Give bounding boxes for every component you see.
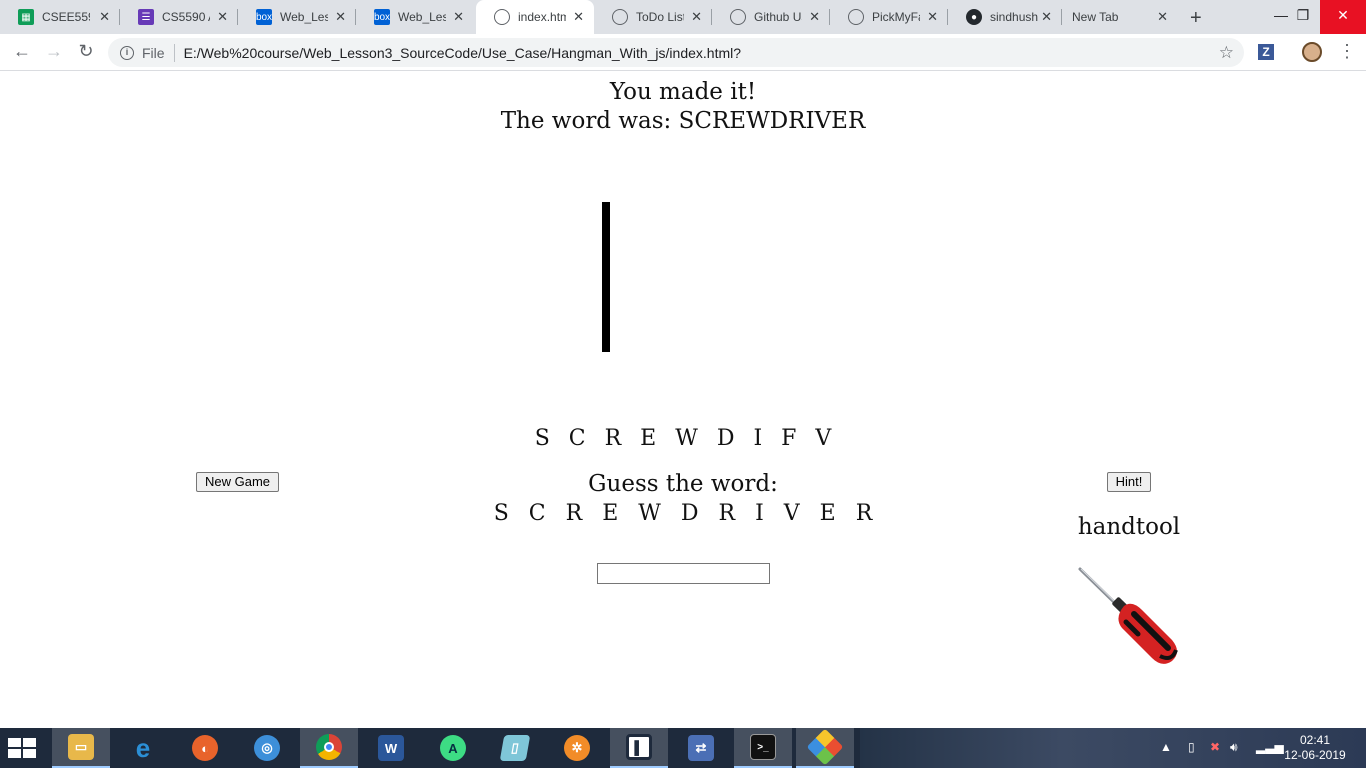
profile-avatar[interactable] xyxy=(1302,42,1322,62)
network-app-icon[interactable]: ⇄ xyxy=(672,728,730,768)
tab-close-icon[interactable]: ✕ xyxy=(217,10,228,23)
git-gui-icon[interactable] xyxy=(796,728,854,768)
intellij-icon[interactable]: ▌ xyxy=(610,728,668,768)
url-text[interactable]: E:/Web%20course/Web_Lesson3_SourceCode/U… xyxy=(184,45,741,61)
guess-prompt: Guess the word: xyxy=(588,471,778,497)
globe-icon xyxy=(730,9,746,25)
sheets-icon: ▦ xyxy=(18,9,34,25)
tab-close-icon[interactable]: ✕ xyxy=(927,10,938,23)
browser-tab[interactable]: ToDo List ✕ xyxy=(594,0,712,34)
guessed-letters: SCREWDIFV xyxy=(534,426,851,451)
screwdriver-image xyxy=(1078,567,1178,664)
box-icon: box xyxy=(256,9,272,25)
wifi-signal-icon[interactable]: ▂▃▅ xyxy=(1256,740,1284,754)
github-icon: ● xyxy=(966,9,982,25)
browser-tab[interactable]: box Web_Less ✕ xyxy=(356,0,474,34)
hangman-gallows-pole xyxy=(602,202,610,352)
browser-tab[interactable]: box Web_Less ✕ xyxy=(238,0,356,34)
globe-icon xyxy=(848,9,864,25)
windows-start-icon[interactable] xyxy=(8,738,38,758)
globe-icon xyxy=(494,9,510,25)
internet-explorer-icon[interactable]: e xyxy=(114,728,172,768)
windows-taskbar: ▭ e ◐ ◎ W A ▯ ✲ ▌ ⇄ >_ ▲ ▯ ✖ 🔊︎ ▂▃▅ 02:4… xyxy=(0,728,1366,768)
app-circle-icon[interactable]: ◎ xyxy=(238,728,296,768)
tab-close-icon[interactable]: ✕ xyxy=(453,10,464,23)
bookmark-star-icon[interactable]: ☆ xyxy=(1219,43,1234,63)
revealed-word-message: The word was: SCREWDRIVER xyxy=(500,108,866,134)
browser-tab[interactable]: Github Us ✕ xyxy=(712,0,830,34)
volume-icon[interactable]: 🔊︎ xyxy=(1230,740,1238,755)
show-hidden-icons[interactable]: ▲ xyxy=(1160,740,1172,754)
globe-icon xyxy=(612,9,628,25)
reload-icon[interactable]: ↻ xyxy=(74,41,98,62)
zotero-extension-icon[interactable]: Z xyxy=(1258,44,1274,60)
word-icon[interactable]: W xyxy=(362,728,420,768)
android-studio-icon[interactable]: A xyxy=(424,728,482,768)
browser-tab[interactable]: ▦ CSEE5590 ✕ xyxy=(0,0,120,34)
forward-arrow-icon[interactable]: → xyxy=(42,41,66,62)
tab-close-icon[interactable]: ✕ xyxy=(1041,10,1052,23)
file-explorer-icon[interactable]: ▭ xyxy=(52,728,110,768)
info-icon[interactable]: i xyxy=(120,45,134,60)
tab-close-icon[interactable]: ✕ xyxy=(691,10,702,23)
tab-close-icon[interactable]: ✕ xyxy=(335,10,346,23)
url-scheme-label: File xyxy=(142,44,165,61)
close-window-icon[interactable]: ✕ xyxy=(1320,0,1366,34)
hint-text: handtool xyxy=(1077,514,1181,540)
kebab-menu-icon[interactable]: ⋮ xyxy=(1338,42,1356,60)
tab-close-icon[interactable]: ✕ xyxy=(573,10,584,23)
address-bar[interactable]: i File E:/Web%20course/Web_Lesson3_Sourc… xyxy=(108,38,1244,67)
network-warning-icon[interactable]: ✖ xyxy=(1210,740,1220,754)
hangman-page: You made it! The word was: SCREWDRIVER S… xyxy=(0,71,1366,728)
browser-tab[interactable]: ● sindhusha ✕ xyxy=(948,0,1062,34)
tab-close-icon[interactable]: ✕ xyxy=(99,10,110,23)
back-arrow-icon[interactable]: ← xyxy=(10,41,34,62)
browser-tab-strip: ▦ CSEE5590 ✕ ☰ CS5590 A ✕ box Web_Less ✕… xyxy=(0,0,1366,34)
terminal-icon[interactable]: >_ xyxy=(734,728,792,768)
system-clock[interactable]: 02:41 12-06-2019 xyxy=(1282,733,1348,763)
firefox-icon[interactable]: ◐ xyxy=(176,728,234,768)
browser-toolbar: ← → ↻ i File E:/Web%20course/Web_Lesson3… xyxy=(0,34,1366,71)
browser-tab-active[interactable]: index.htm ✕ xyxy=(476,0,594,34)
tab-close-icon[interactable]: ✕ xyxy=(809,10,820,23)
tab-close-icon[interactable]: ✕ xyxy=(1157,10,1168,23)
device-icon[interactable]: ▯ xyxy=(1188,740,1195,754)
browser-tab[interactable]: PickMyFa ✕ xyxy=(830,0,948,34)
hint-button[interactable]: Hint! xyxy=(1107,472,1151,492)
settings-wheel-icon[interactable]: ✲ xyxy=(548,728,606,768)
clock-time: 02:41 xyxy=(1299,733,1331,747)
browser-tab[interactable]: New Tab ✕ xyxy=(1062,0,1178,34)
notepad-icon[interactable]: ▯ xyxy=(486,728,544,768)
new-tab-button[interactable]: + xyxy=(1190,7,1202,30)
chrome-icon[interactable] xyxy=(300,728,358,768)
clock-date: 12-06-2019 xyxy=(1284,748,1346,762)
box-icon: box xyxy=(374,9,390,25)
result-message: You made it! xyxy=(609,79,757,105)
restore-icon[interactable]: ❐ xyxy=(1281,0,1325,34)
guess-input[interactable] xyxy=(597,563,770,584)
forms-icon: ☰ xyxy=(138,9,154,25)
browser-tab[interactable]: ☰ CS5590 A ✕ xyxy=(120,0,238,34)
